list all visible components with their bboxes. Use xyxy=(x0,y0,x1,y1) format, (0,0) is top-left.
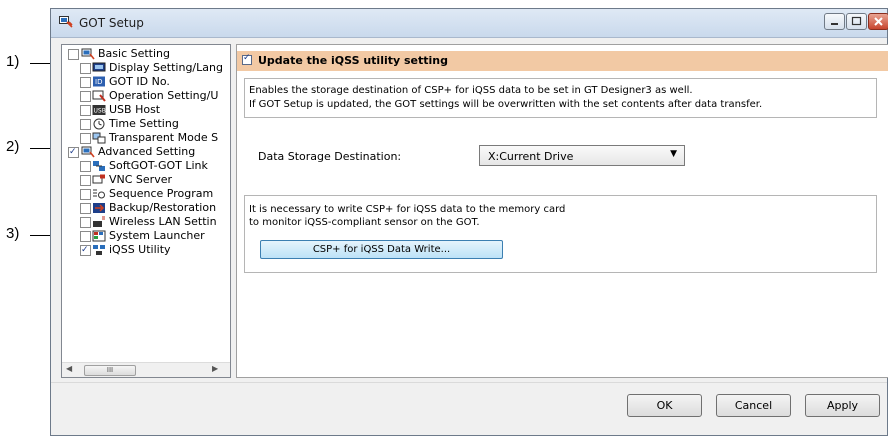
data-write-box: It is necessary to write CSP+ for iQSS d… xyxy=(244,195,877,273)
display-icon xyxy=(92,62,106,72)
got-app-icon xyxy=(59,16,73,28)
minimize-icon xyxy=(831,23,838,25)
write-info-line: It is necessary to write CSP+ for iQSS d… xyxy=(249,204,566,215)
csp-data-write-button[interactable]: CSP+ for iQSS Data Write... xyxy=(260,240,503,259)
settings-folder-icon xyxy=(81,146,95,158)
usb-icon: USB xyxy=(92,105,106,115)
link-icon xyxy=(93,161,105,171)
cancel-button[interactable]: Cancel xyxy=(716,394,791,417)
update-iqss-label: Update the iQSS utility setting xyxy=(258,54,448,67)
tree-checkbox[interactable] xyxy=(80,189,91,200)
tree-checkbox[interactable] xyxy=(80,243,91,257)
tree-item-label: Advanced Setting xyxy=(98,145,196,158)
storage-destination-select[interactable]: X:Current Drive ▼ xyxy=(479,145,685,166)
title-bar[interactable]: GOT Setup xyxy=(51,9,888,38)
write-info-line: to monitor iQSS-compliant sensor on the … xyxy=(249,217,480,228)
minimize-button[interactable] xyxy=(824,13,845,30)
wireless-icon xyxy=(93,216,105,227)
tree-horizontal-scrollbar[interactable]: ◀ III ▶ xyxy=(62,362,230,377)
tree-checkbox[interactable] xyxy=(80,175,91,186)
id-icon: ID xyxy=(93,76,105,87)
section-header: Update the iQSS utility setting xyxy=(237,51,888,71)
tree-item-label: SoftGOT-GOT Link xyxy=(109,159,208,172)
tree-item-label: USB Host xyxy=(109,103,161,116)
tree-item-label: Transparent Mode S xyxy=(109,131,219,144)
tree-item-label: GOT ID No. xyxy=(109,75,170,88)
settings-tree[interactable]: Basic Setting Display Setting/Lang ID GO… xyxy=(61,44,231,378)
operation-icon xyxy=(92,90,106,102)
tree-item-label: Basic Setting xyxy=(98,47,171,60)
tree-checkbox[interactable] xyxy=(68,49,79,60)
tree-item-label: VNC Server xyxy=(109,173,173,186)
storage-destination-value: X:Current Drive xyxy=(488,150,574,163)
tree-checkbox[interactable] xyxy=(80,63,91,74)
maximize-icon xyxy=(851,16,862,26)
close-icon xyxy=(874,17,883,26)
window-title: GOT Setup xyxy=(79,16,144,30)
callout-2: 2) xyxy=(6,138,20,155)
tree-checkbox[interactable] xyxy=(80,231,91,242)
tree-checkbox[interactable] xyxy=(80,105,91,116)
tree-checkbox[interactable] xyxy=(68,145,79,159)
transparent-mode-icon xyxy=(92,132,106,144)
tree-item-label: Time Setting xyxy=(109,117,179,130)
tree-checkbox[interactable] xyxy=(80,119,91,130)
tree-checkbox[interactable] xyxy=(80,203,91,214)
close-button[interactable] xyxy=(868,13,888,30)
maximize-button[interactable] xyxy=(846,13,867,30)
tree-checkbox[interactable] xyxy=(80,133,91,144)
tree-checkbox[interactable] xyxy=(80,217,91,228)
svg-text:USB: USB xyxy=(94,108,106,115)
description-line: If GOT Setup is updated, the GOT setting… xyxy=(249,99,763,110)
backup-icon xyxy=(93,203,105,213)
tree-item-label: Wireless LAN Settin xyxy=(109,215,217,228)
settings-folder-icon xyxy=(81,48,95,60)
vnc-icon xyxy=(92,174,105,184)
svg-text:ID: ID xyxy=(95,78,102,86)
tree-item-label: Sequence Program xyxy=(109,187,214,200)
tree-item-label: Operation Setting/U xyxy=(109,89,219,102)
iqss-icon xyxy=(93,245,105,255)
tree-checkbox[interactable] xyxy=(80,91,91,102)
got-setup-window: GOT Setup Basic Setting Display Setting/… xyxy=(50,8,888,436)
ok-button[interactable]: OK xyxy=(627,394,702,417)
apply-button[interactable]: Apply xyxy=(805,394,880,417)
tree-item-label: Backup/Restoration xyxy=(109,201,217,214)
scroll-left-icon[interactable]: ◀ xyxy=(66,364,72,373)
tree-item-label: Display Setting/Lang xyxy=(109,61,223,74)
update-iqss-checkbox[interactable] xyxy=(242,53,252,65)
description-line: Enables the storage destination of CSP+ … xyxy=(249,85,693,96)
callout-1: 1) xyxy=(6,53,20,70)
tree-item-label: System Launcher xyxy=(109,229,205,242)
sequence-icon xyxy=(93,189,105,199)
description-box: Enables the storage destination of CSP+ … xyxy=(244,78,877,118)
footer-divider xyxy=(51,382,887,383)
scroll-right-icon[interactable]: ▶ xyxy=(212,364,218,373)
launcher-icon xyxy=(92,230,106,242)
clock-icon xyxy=(93,118,105,130)
storage-destination-label: Data Storage Destination: xyxy=(258,150,402,163)
tree-checkbox[interactable] xyxy=(80,77,91,88)
scroll-thumb[interactable]: III xyxy=(84,365,136,376)
callout-3: 3) xyxy=(6,225,20,242)
tree-checkbox[interactable] xyxy=(80,161,91,172)
iqss-utility-panel: Update the iQSS utility setting Enables … xyxy=(236,44,888,378)
tree-item-label: iQSS Utility xyxy=(109,243,171,256)
chevron-down-icon: ▼ xyxy=(670,149,677,159)
